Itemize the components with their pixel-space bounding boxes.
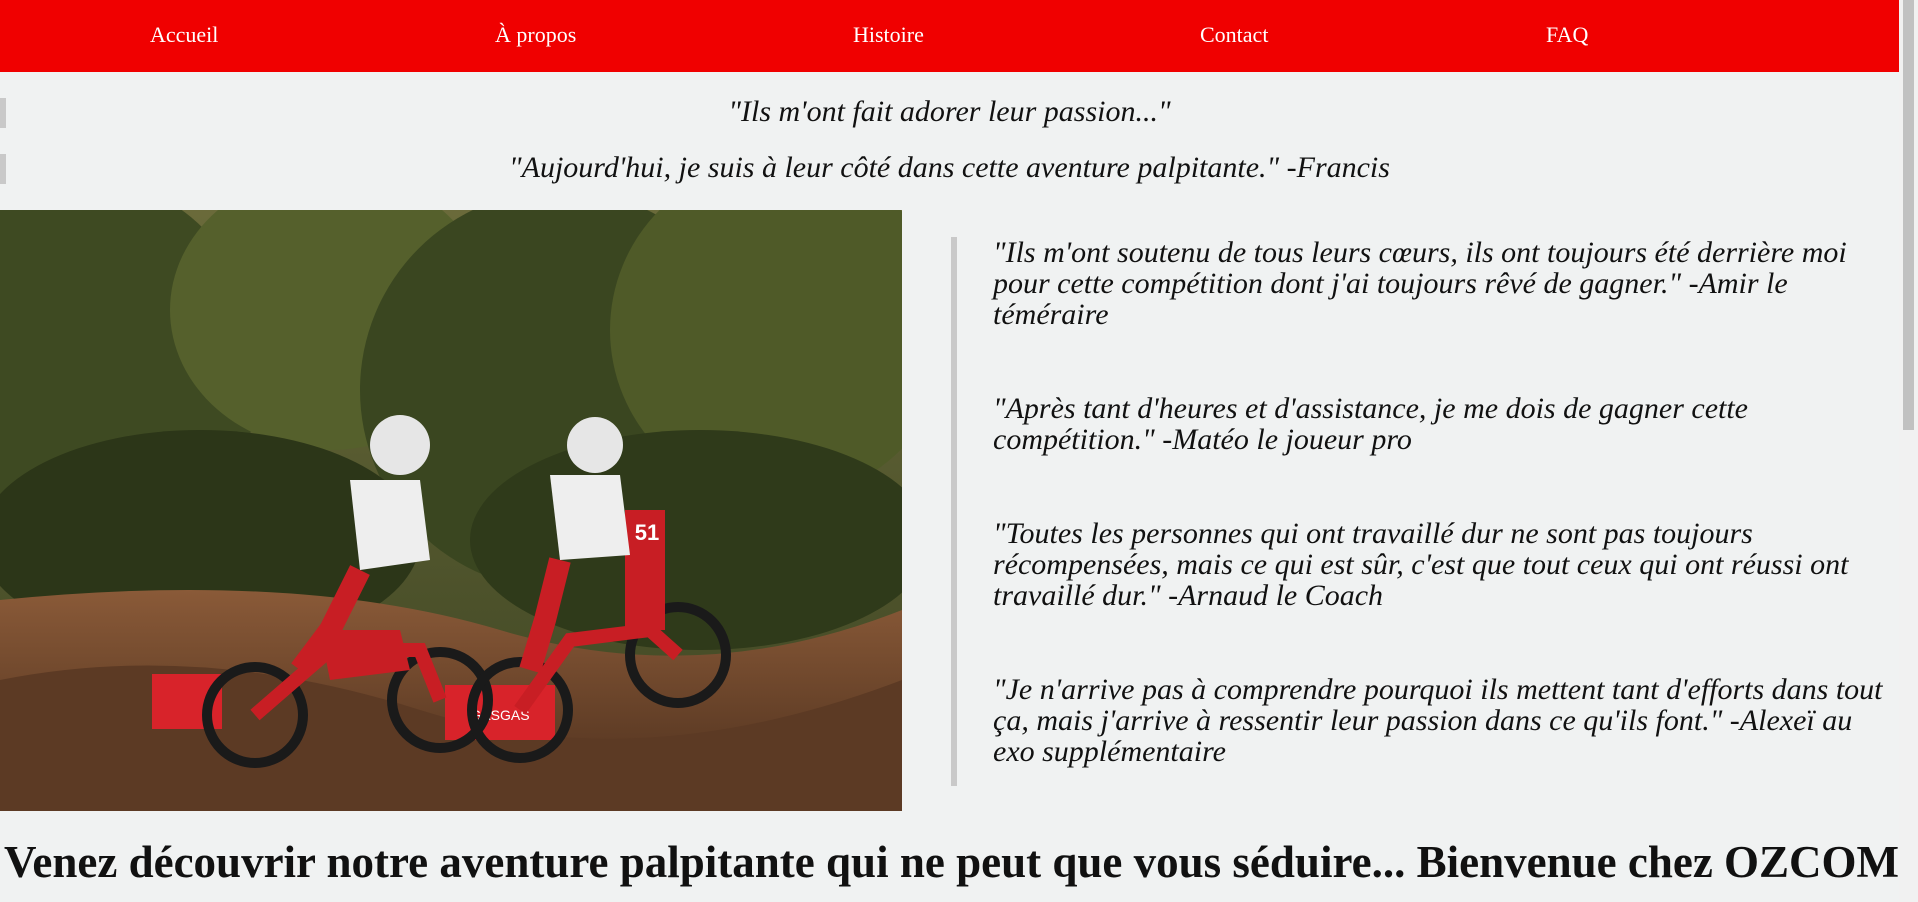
nav-link-accueil[interactable]: Accueil — [150, 22, 218, 48]
top-quote: "Ils m'ont fait adorer leur passion..." — [728, 95, 1171, 128]
testimonial-arnaud: "Toutes les personnes qui ont travaillé … — [993, 517, 1849, 612]
testimonial-amir: "Ils m'ont soutenu de tous leurs cœurs, … — [993, 236, 1847, 331]
top-navigation-bar: Accueil À propos Histoire Contact FAQ — [0, 0, 1899, 72]
nav-link-faq[interactable]: FAQ — [1546, 22, 1588, 48]
testimonial-alexei: "Je n'arrive pas à comprendre pourquoi i… — [993, 673, 1883, 768]
scrollbar-thumb[interactable] — [1903, 0, 1914, 430]
nav-link-a-propos[interactable]: À propos — [495, 22, 576, 48]
nav-link-histoire[interactable]: Histoire — [853, 22, 924, 48]
testimonials-divider — [951, 237, 957, 786]
photo-illustration: GASGAS 51 — [0, 210, 902, 811]
bike-number: 51 — [635, 520, 659, 545]
testimonial-mateo: "Après tant d'heures et d'assistance, je… — [993, 392, 1748, 456]
top-quote-francis: "Aujourd'hui, je suis à leur côté dans c… — [509, 151, 1390, 184]
motocross-riders-photo: GASGAS 51 — [0, 210, 902, 811]
welcome-headline: Venez découvrir notre aventure palpitant… — [4, 837, 1900, 887]
nav-link-contact[interactable]: Contact — [1200, 22, 1268, 48]
